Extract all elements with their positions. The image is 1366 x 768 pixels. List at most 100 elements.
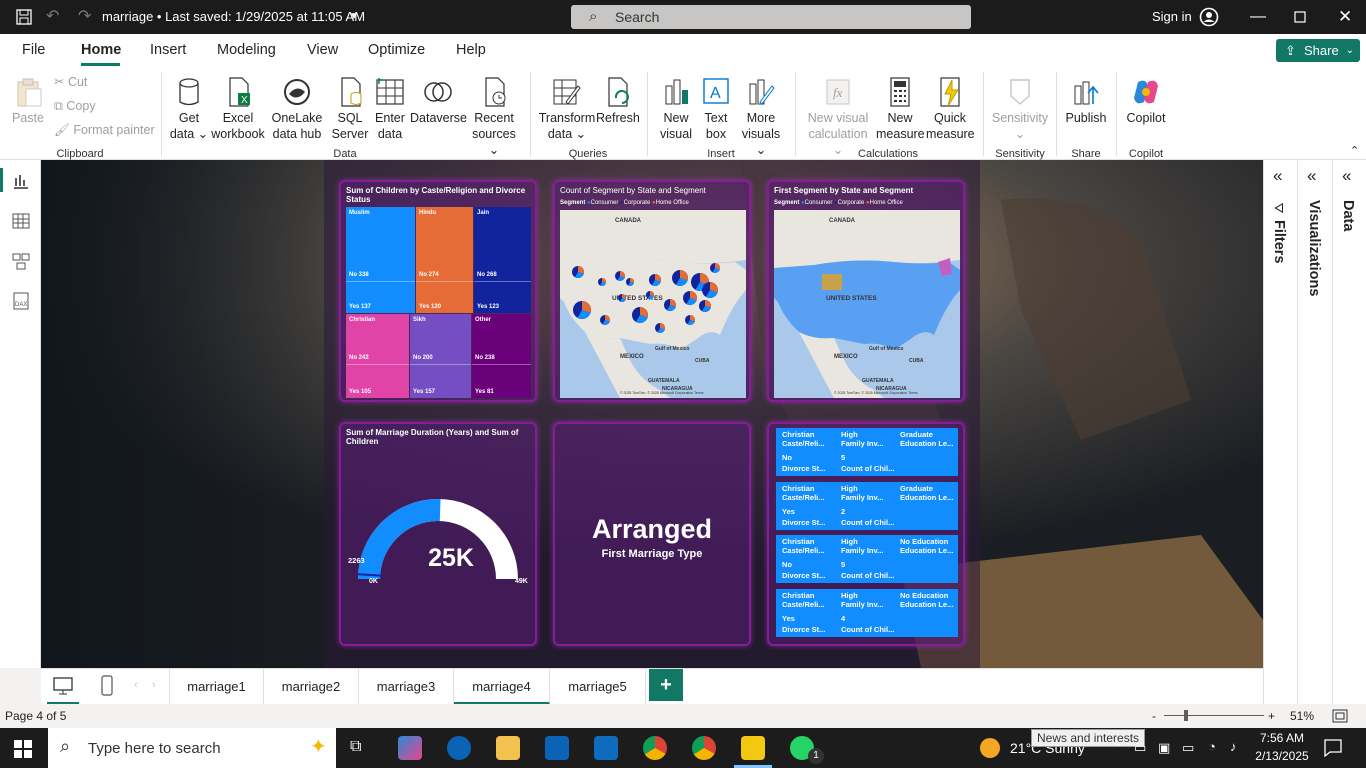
- meet-icon[interactable]: ▣: [1158, 740, 1170, 756]
- copy-button[interactable]: ⧉ Copy: [54, 98, 96, 114]
- zoom-level[interactable]: 51%: [1290, 704, 1314, 728]
- multi-row-card-item[interactable]: Christian High Graduate Caste/Reli... Family…: [776, 481, 958, 530]
- file-title[interactable]: marriage • Last saved: 1/29/2025 at 11:0…: [102, 0, 365, 34]
- windows-start-icon[interactable]: [14, 740, 32, 758]
- menu-optimize[interactable]: Optimize: [368, 42, 425, 58]
- share-button[interactable]: ⇪ Share ⌄: [1276, 39, 1360, 62]
- desktop-layout-icon[interactable]: [53, 677, 73, 695]
- treemap-tile[interactable]: Christian No 242 Yes 105: [346, 314, 409, 398]
- map-first-segment-visual[interactable]: First Segment by State and Segment Segme…: [767, 180, 965, 402]
- zoom-slider-thumb[interactable]: [1184, 710, 1188, 721]
- transform-data-button[interactable]: Transform data ⌄: [538, 76, 596, 142]
- text-box-button[interactable]: A Text box: [698, 76, 734, 142]
- menu-file[interactable]: File: [22, 42, 45, 58]
- recent-sources-button[interactable]: Recent sources ⌄: [468, 76, 520, 158]
- treemap-tile[interactable]: Other No 238 Yes 81: [472, 314, 531, 398]
- scroll-right-icon[interactable]: ›: [152, 679, 156, 691]
- sensitivity-button[interactable]: Sensitivity ⌄: [990, 76, 1050, 142]
- page-tab-marriage1[interactable]: marriage1: [169, 669, 264, 705]
- more-visuals-button[interactable]: More visuals ⌄: [736, 76, 786, 158]
- redo-icon[interactable]: ↷: [78, 0, 91, 34]
- power-bi-icon[interactable]: [741, 736, 765, 760]
- minimize-icon[interactable]: —: [1250, 0, 1266, 34]
- chevron-down-icon[interactable]: ▼: [349, 0, 359, 34]
- visualizations-pane-collapsed[interactable]: « Visualizations: [1298, 160, 1333, 708]
- multi-row-card-item[interactable]: Christian High No Education Caste/Reli... Fa…: [776, 535, 958, 583]
- battery-icon[interactable]: ▭: [1182, 740, 1194, 756]
- map2-canvas[interactable]: CANADA UNITED STATES MEXICO Gulf of Mexico C…: [774, 210, 960, 398]
- dax-query-icon[interactable]: DAX: [12, 292, 30, 310]
- report-view-icon[interactable]: [12, 172, 30, 190]
- map-segment-count-visual[interactable]: Count of Segment by State and Segment Se…: [553, 180, 751, 402]
- weather-sun-icon[interactable]: [980, 738, 1000, 758]
- menu-view[interactable]: View: [307, 42, 338, 58]
- filters-pane-collapsed[interactable]: « ⛛ Filters: [1264, 160, 1298, 708]
- edge-icon[interactable]: [447, 736, 471, 760]
- new-measure-button[interactable]: New measure: [876, 76, 925, 142]
- menu-modeling[interactable]: Modeling: [217, 42, 276, 58]
- page-tab-marriage3[interactable]: marriage3: [359, 669, 454, 705]
- paste-button[interactable]: Paste: [10, 76, 46, 126]
- gauge-visual[interactable]: Sum of Marriage Duration (Years) and Sum…: [339, 422, 537, 646]
- zoom-out-button[interactable]: -: [1152, 704, 1156, 728]
- excel-workbook-button[interactable]: X Excel workbook: [210, 76, 266, 142]
- task-view-icon[interactable]: ⧉: [350, 738, 361, 756]
- save-icon[interactable]: [16, 0, 32, 34]
- expand-data-icon[interactable]: «: [1342, 166, 1351, 186]
- publish-button[interactable]: Publish: [1064, 76, 1108, 126]
- page-tab-marriage5[interactable]: marriage5: [550, 669, 646, 705]
- store-icon[interactable]: [545, 736, 569, 760]
- card-visual[interactable]: Arranged First Marriage Type: [553, 422, 751, 646]
- table-view-icon[interactable]: [12, 212, 30, 230]
- sign-in-link[interactable]: Sign in: [1152, 0, 1192, 34]
- quick-measure-button[interactable]: Quick measure: [926, 76, 975, 142]
- map1-canvas[interactable]: CANADAUNITED STATESMEXICOGulf of MexicoC…: [560, 210, 746, 398]
- dataverse-button[interactable]: Dataverse: [410, 76, 467, 126]
- notifications-icon[interactable]: [1324, 739, 1342, 757]
- treemap-visual[interactable]: Sum of Children by Caste/Religion and Di…: [339, 180, 537, 402]
- refresh-button[interactable]: Refresh: [596, 76, 640, 126]
- chrome-profile-icon[interactable]: [692, 736, 716, 760]
- multi-row-card-visual[interactable]: Christian High Graduate Caste/Reli... Family…: [767, 422, 965, 646]
- close-icon[interactable]: ✕: [1338, 0, 1352, 34]
- undo-icon[interactable]: ↶: [46, 0, 59, 34]
- expand-filters-icon[interactable]: «: [1273, 166, 1282, 186]
- menu-insert[interactable]: Insert: [150, 42, 186, 58]
- zoom-slider-track[interactable]: [1164, 715, 1264, 716]
- add-page-button[interactable]: +: [649, 669, 683, 701]
- clock-time[interactable]: 7:56 AM: [1256, 731, 1308, 745]
- scroll-left-icon[interactable]: ‹: [134, 679, 138, 691]
- new-visual-calculation-button[interactable]: fx New visual calculation ⌄: [802, 76, 874, 158]
- taskbar-search-box[interactable]: ⌕ Type here to search ✦: [48, 728, 336, 768]
- sql-server-button[interactable]: SQL Server: [330, 76, 370, 142]
- multi-row-card-item[interactable]: Christian High Graduate Caste/Reli... Family…: [776, 428, 958, 476]
- menu-home[interactable]: Home: [81, 42, 121, 58]
- account-icon[interactable]: [1199, 0, 1219, 34]
- page-tab-marriage4[interactable]: marriage4: [454, 669, 550, 705]
- file-explorer-icon[interactable]: [496, 736, 520, 760]
- volume-icon[interactable]: ♪: [1230, 739, 1237, 754]
- treemap-tile[interactable]: Jain No 268 Yes 123: [474, 207, 531, 313]
- maximize-icon[interactable]: [1294, 0, 1306, 34]
- chrome-icon[interactable]: [643, 736, 667, 760]
- tray-app-icon[interactable]: ▭: [1134, 740, 1146, 756]
- mobile-layout-icon[interactable]: [101, 675, 113, 697]
- cut-button[interactable]: ✂ Cut: [54, 74, 87, 90]
- multi-row-card-item[interactable]: Christian High No Education Caste/Reli... Fa…: [776, 588, 958, 637]
- report-canvas[interactable]: Sum of Children by Caste/Religion and Di…: [41, 160, 1263, 668]
- zoom-in-button[interactable]: +: [1268, 704, 1275, 728]
- copilot-button[interactable]: Copilot: [1124, 76, 1168, 126]
- new-visual-button[interactable]: New visual: [656, 76, 696, 142]
- clock-date[interactable]: 2/13/2025: [1254, 749, 1310, 763]
- onelake-button[interactable]: OneLake data hub: [266, 76, 328, 142]
- wifi-icon[interactable]: ◔: [1208, 739, 1216, 754]
- treemap-tile[interactable]: Muslim No 338 Yes 137: [346, 207, 415, 313]
- data-pane-collapsed[interactable]: « Data: [1333, 160, 1366, 708]
- copilot-taskbar-icon[interactable]: [398, 736, 422, 760]
- outlook-icon[interactable]: [594, 736, 618, 760]
- model-view-icon[interactable]: [12, 252, 30, 270]
- menu-help[interactable]: Help: [456, 42, 486, 58]
- get-data-button[interactable]: Get data ⌄: [168, 76, 210, 142]
- treemap-tile[interactable]: Hindu No 274 Yes 120: [416, 207, 473, 313]
- treemap-tile[interactable]: Sikh No 200 Yes 157: [410, 314, 471, 398]
